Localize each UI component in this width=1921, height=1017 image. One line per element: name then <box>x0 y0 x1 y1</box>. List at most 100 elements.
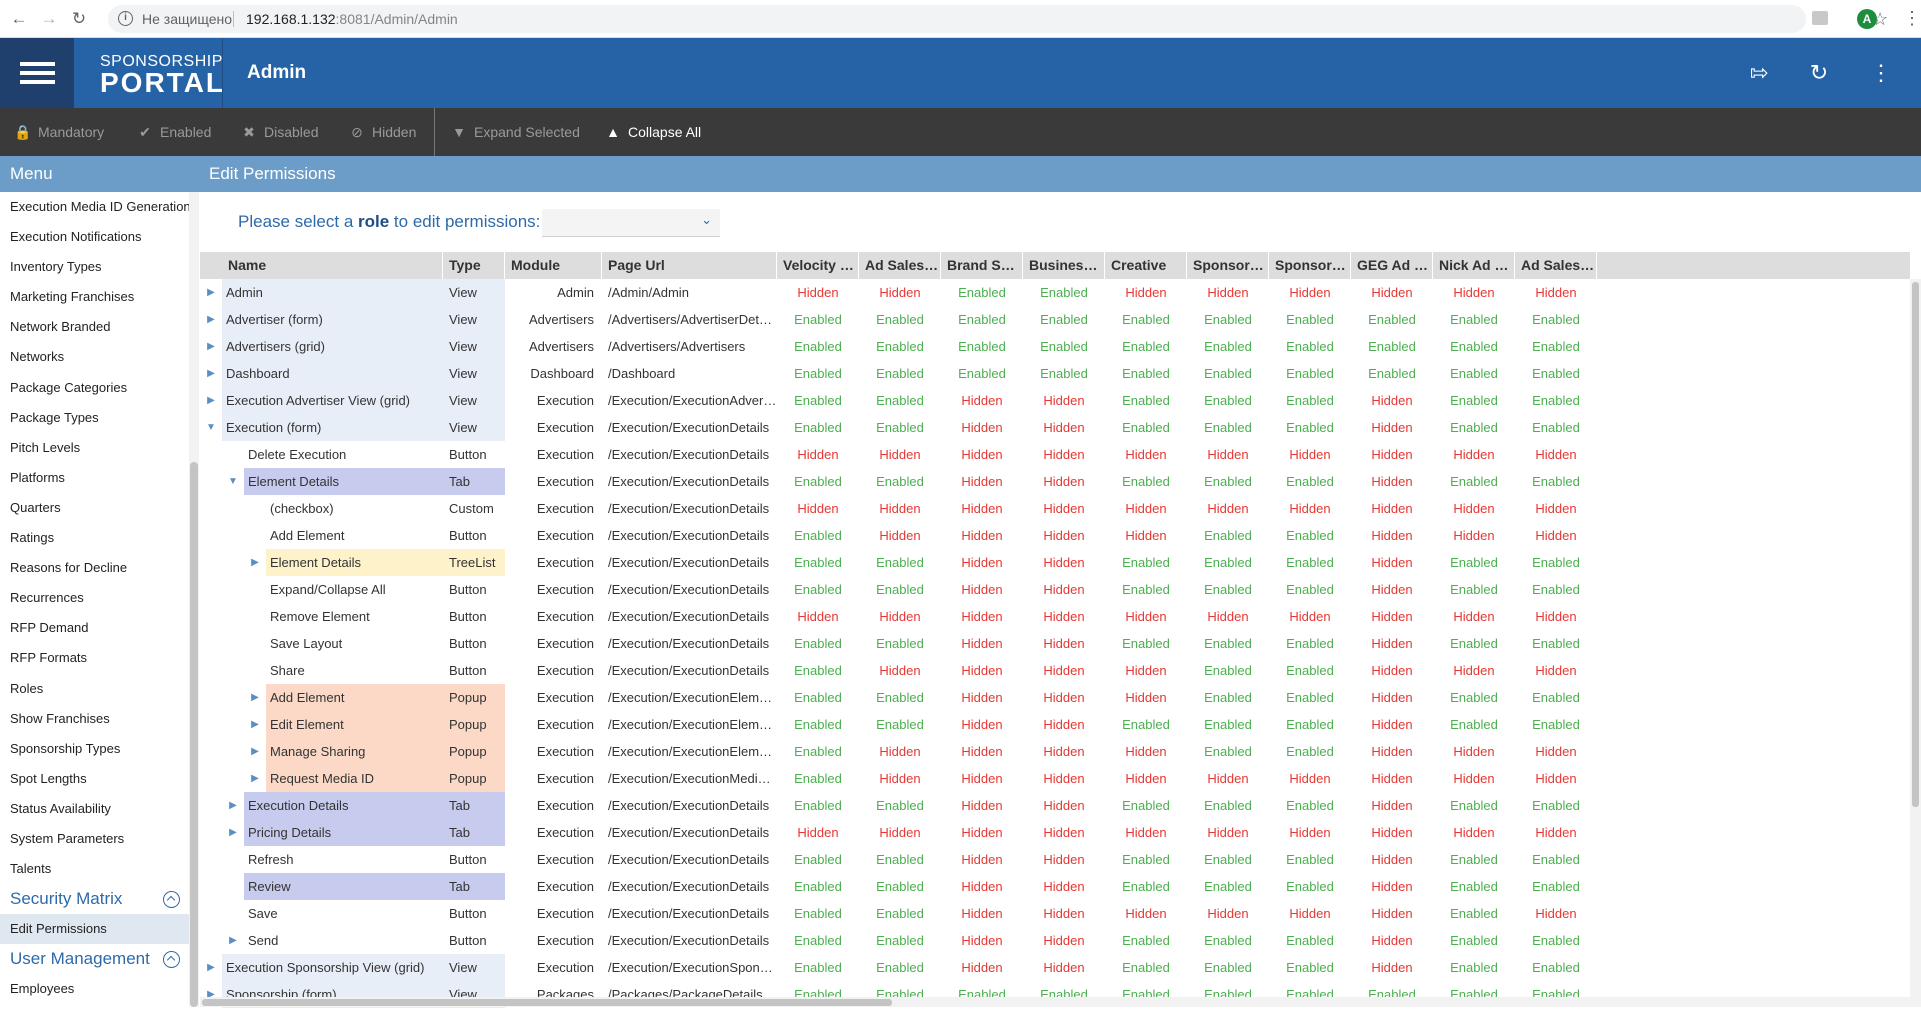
sidebar-item[interactable]: Talents <box>0 854 190 884</box>
permission-cell[interactable]: Hidden <box>1187 765 1269 792</box>
permission-cell[interactable]: Enabled <box>777 306 859 333</box>
permission-cell[interactable]: Enabled <box>1187 711 1269 738</box>
name-cell[interactable]: Remove Element <box>266 603 443 630</box>
permission-cell[interactable]: Enabled <box>1105 576 1187 603</box>
info-icon[interactable]: i <box>118 11 133 26</box>
permission-cell[interactable]: Hidden <box>1023 522 1105 549</box>
permission-cell[interactable]: Enabled <box>1433 792 1515 819</box>
permission-cell[interactable]: Hidden <box>941 468 1023 495</box>
expand-triangle-icon[interactable]: ▶ <box>226 792 240 819</box>
permission-cell[interactable]: Hidden <box>1023 738 1105 765</box>
permission-cell[interactable]: Enabled <box>777 900 859 927</box>
permission-cell[interactable]: Hidden <box>1023 684 1105 711</box>
permission-cell[interactable]: Enabled <box>1433 468 1515 495</box>
permission-cell[interactable]: Enabled <box>1023 279 1105 306</box>
permission-cell[interactable]: Hidden <box>941 927 1023 954</box>
permission-cell[interactable]: Enabled <box>1187 792 1269 819</box>
permission-cell[interactable]: Enabled <box>1269 522 1351 549</box>
name-cell[interactable]: Request Media ID <box>266 765 443 792</box>
sidebar-item[interactable]: RFP Formats <box>0 643 190 673</box>
table-row[interactable]: ▼ Execution (form) View Execution/Execution… <box>200 414 1910 441</box>
name-cell[interactable]: Expand/Collapse All <box>266 576 443 603</box>
permission-cell[interactable]: Hidden <box>1105 279 1187 306</box>
permission-cell[interactable]: Enabled <box>1351 306 1433 333</box>
sidebar-item[interactable]: Roles <box>0 674 190 704</box>
permission-cell[interactable]: Enabled <box>1515 711 1597 738</box>
permission-cell[interactable]: Hidden <box>941 441 1023 468</box>
sidebar-item[interactable]: Ratings <box>0 523 190 553</box>
name-cell[interactable]: Add Element <box>266 684 443 711</box>
permission-cell[interactable]: Enabled <box>1105 954 1187 981</box>
table-row[interactable]: ▶ Dashboard View Dashboard/Dashboard Enabled… <box>200 360 1910 387</box>
permission-cell[interactable]: Enabled <box>1433 711 1515 738</box>
refresh-icon[interactable]: ↻ <box>1806 60 1832 86</box>
permission-cell[interactable]: Hidden <box>1351 414 1433 441</box>
permission-cell[interactable]: Enabled <box>859 468 941 495</box>
permission-cell[interactable]: Hidden <box>1515 765 1597 792</box>
permission-cell[interactable]: Enabled <box>1269 360 1351 387</box>
permission-cell[interactable]: Enabled <box>777 387 859 414</box>
url-text[interactable]: 192.168.1.132:8081/Admin/Admin <box>246 11 458 27</box>
permission-cell[interactable]: Hidden <box>859 657 941 684</box>
permission-cell[interactable]: Hidden <box>1351 873 1433 900</box>
permission-cell[interactable]: Enabled <box>859 927 941 954</box>
permission-cell[interactable]: Hidden <box>1269 495 1351 522</box>
reload-icon[interactable]: ↻ <box>68 8 90 30</box>
permission-cell[interactable]: Hidden <box>1023 873 1105 900</box>
permission-cell[interactable]: Hidden <box>1023 576 1105 603</box>
sidebar-item[interactable]: System Parameters <box>0 824 190 854</box>
sidebar-item[interactable]: Execution Media ID Generation <box>0 192 190 222</box>
table-row[interactable]: Delete Execution Button Execution/Executio… <box>200 441 1910 468</box>
permission-cell[interactable]: Enabled <box>1433 333 1515 360</box>
permission-cell[interactable]: Enabled <box>859 900 941 927</box>
permission-cell[interactable]: Enabled <box>1269 333 1351 360</box>
name-cell[interactable]: Element Details <box>266 549 443 576</box>
sidebar-item[interactable]: Package Categories <box>0 373 190 403</box>
permission-cell[interactable]: Enabled <box>941 360 1023 387</box>
permission-cell[interactable]: Hidden <box>941 954 1023 981</box>
permission-cell[interactable]: Hidden <box>1023 441 1105 468</box>
column-header[interactable]: Sponsorshi... <box>1269 252 1351 279</box>
permission-cell[interactable]: Hidden <box>1023 927 1105 954</box>
permission-cell[interactable]: Enabled <box>1433 846 1515 873</box>
permission-cell[interactable]: Enabled <box>777 549 859 576</box>
permission-cell[interactable]: Hidden <box>1023 414 1105 441</box>
permission-cell[interactable]: Enabled <box>1023 333 1105 360</box>
permission-cell[interactable]: Hidden <box>941 522 1023 549</box>
permission-cell[interactable]: Enabled <box>1515 468 1597 495</box>
permission-cell[interactable]: Hidden <box>859 279 941 306</box>
permission-cell[interactable]: Hidden <box>941 603 1023 630</box>
permission-cell[interactable]: Hidden <box>1351 927 1433 954</box>
permission-cell[interactable]: Hidden <box>1351 954 1433 981</box>
permission-cell[interactable]: Hidden <box>941 846 1023 873</box>
menu-section[interactable]: User Management <box>0 944 190 974</box>
permission-cell[interactable]: Enabled <box>1515 684 1597 711</box>
sidebar-item[interactable]: Quarters <box>0 493 190 523</box>
permission-cell[interactable]: Hidden <box>1515 603 1597 630</box>
sidebar-item[interactable]: Platforms <box>0 463 190 493</box>
permission-cell[interactable]: Enabled <box>859 630 941 657</box>
column-header[interactable]: Nick Ad Sal... <box>1433 252 1515 279</box>
permission-cell[interactable]: Hidden <box>941 549 1023 576</box>
table-row[interactable]: ▶ Request Media ID Popup Execution/Executio… <box>200 765 1910 792</box>
sidebar-item[interactable]: Status Availability <box>0 794 190 824</box>
permission-cell[interactable]: Enabled <box>1269 630 1351 657</box>
permission-cell[interactable]: Enabled <box>1515 873 1597 900</box>
name-cell[interactable]: Delete Execution <box>244 441 443 468</box>
sidebar-item[interactable]: Show Franchises <box>0 704 190 734</box>
permission-cell[interactable]: Hidden <box>1187 441 1269 468</box>
permission-cell[interactable]: Hidden <box>1269 819 1351 846</box>
permission-cell[interactable]: Hidden <box>1433 657 1515 684</box>
permission-cell[interactable]: Enabled <box>1105 630 1187 657</box>
sidebar-item[interactable]: Pitch Levels <box>0 433 190 463</box>
expand-selected-button[interactable]: ▼ Expand Selected <box>450 108 580 156</box>
sidebar-item[interactable]: Edit Permissions <box>0 914 190 945</box>
permission-cell[interactable]: Enabled <box>1433 360 1515 387</box>
permission-cell[interactable]: Enabled <box>1269 792 1351 819</box>
permission-cell[interactable]: Hidden <box>859 441 941 468</box>
permission-cell[interactable]: Enabled <box>1187 549 1269 576</box>
menu-scroll-thumb[interactable] <box>190 462 198 1007</box>
permission-cell[interactable]: Hidden <box>1351 603 1433 630</box>
permission-cell[interactable]: Enabled <box>1269 576 1351 603</box>
table-row[interactable]: ▶ Advertiser (form) View Advertisers/Advert… <box>200 306 1910 333</box>
